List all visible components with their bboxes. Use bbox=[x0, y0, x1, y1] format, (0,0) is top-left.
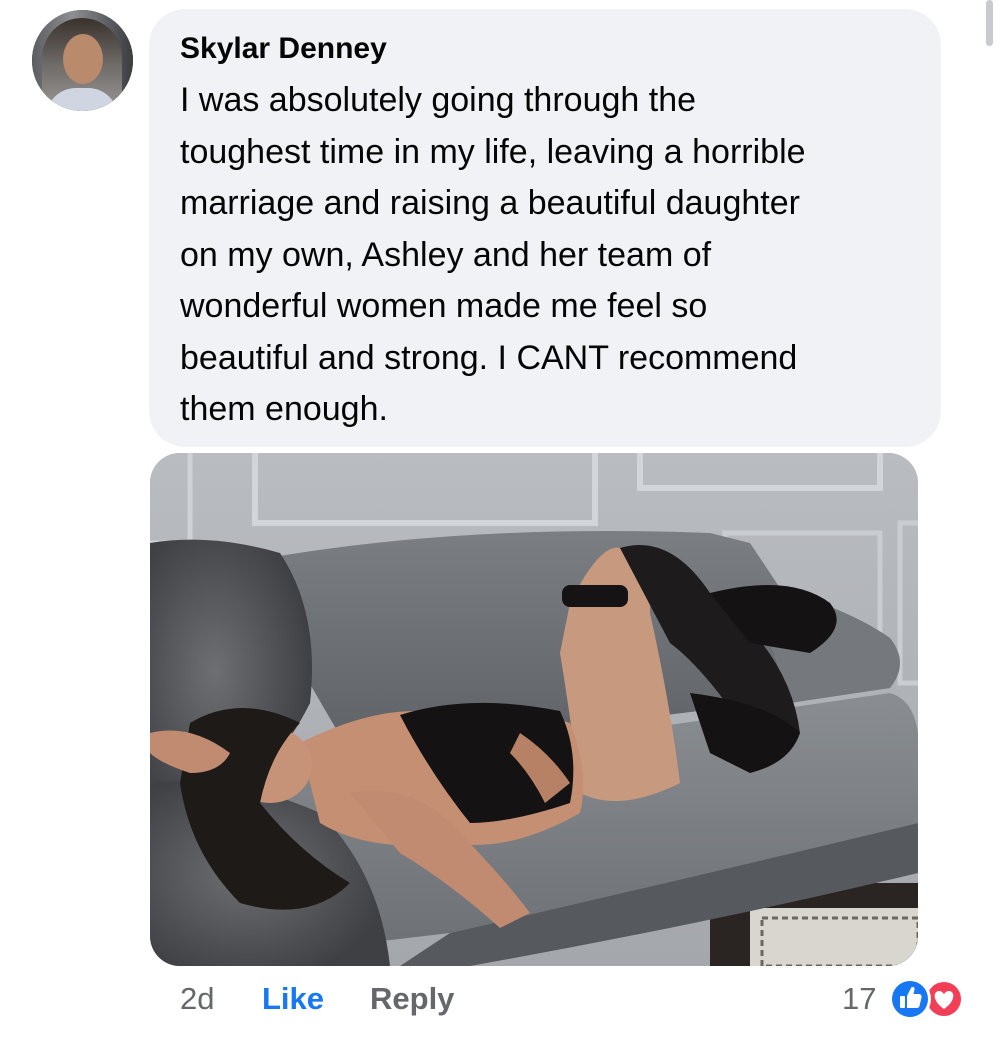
like-icon bbox=[889, 978, 931, 1020]
photo-illustration bbox=[150, 453, 918, 966]
comment-line: on my own, Ashley and her team of bbox=[180, 235, 712, 274]
attached-photo[interactable] bbox=[150, 453, 918, 966]
comment-timestamp[interactable]: 2d bbox=[180, 978, 214, 1020]
comment-line: I was absolutely going through the bbox=[180, 81, 697, 119]
reaction-count[interactable]: 17 bbox=[842, 978, 876, 1020]
comment-line: them enough. bbox=[180, 390, 388, 428]
comment-text: I was absolutely going through the tough… bbox=[180, 75, 920, 436]
comment-line: toughest time in my life, leaving a horr… bbox=[180, 132, 806, 171]
comment-line: marriage and raising a beautiful daughte… bbox=[180, 184, 800, 222]
comment-line: beautiful and strong. I CANT recommend bbox=[180, 338, 798, 377]
scrollbar[interactable] bbox=[986, 0, 993, 46]
reaction-icons[interactable] bbox=[886, 976, 972, 1022]
comment-author[interactable]: Skylar Denney bbox=[180, 30, 387, 68]
avatar[interactable] bbox=[32, 10, 133, 111]
comment-line: wonderful women made me feel so bbox=[180, 287, 708, 325]
like-button[interactable]: Like bbox=[262, 978, 324, 1020]
reply-button[interactable]: Reply bbox=[370, 978, 454, 1020]
